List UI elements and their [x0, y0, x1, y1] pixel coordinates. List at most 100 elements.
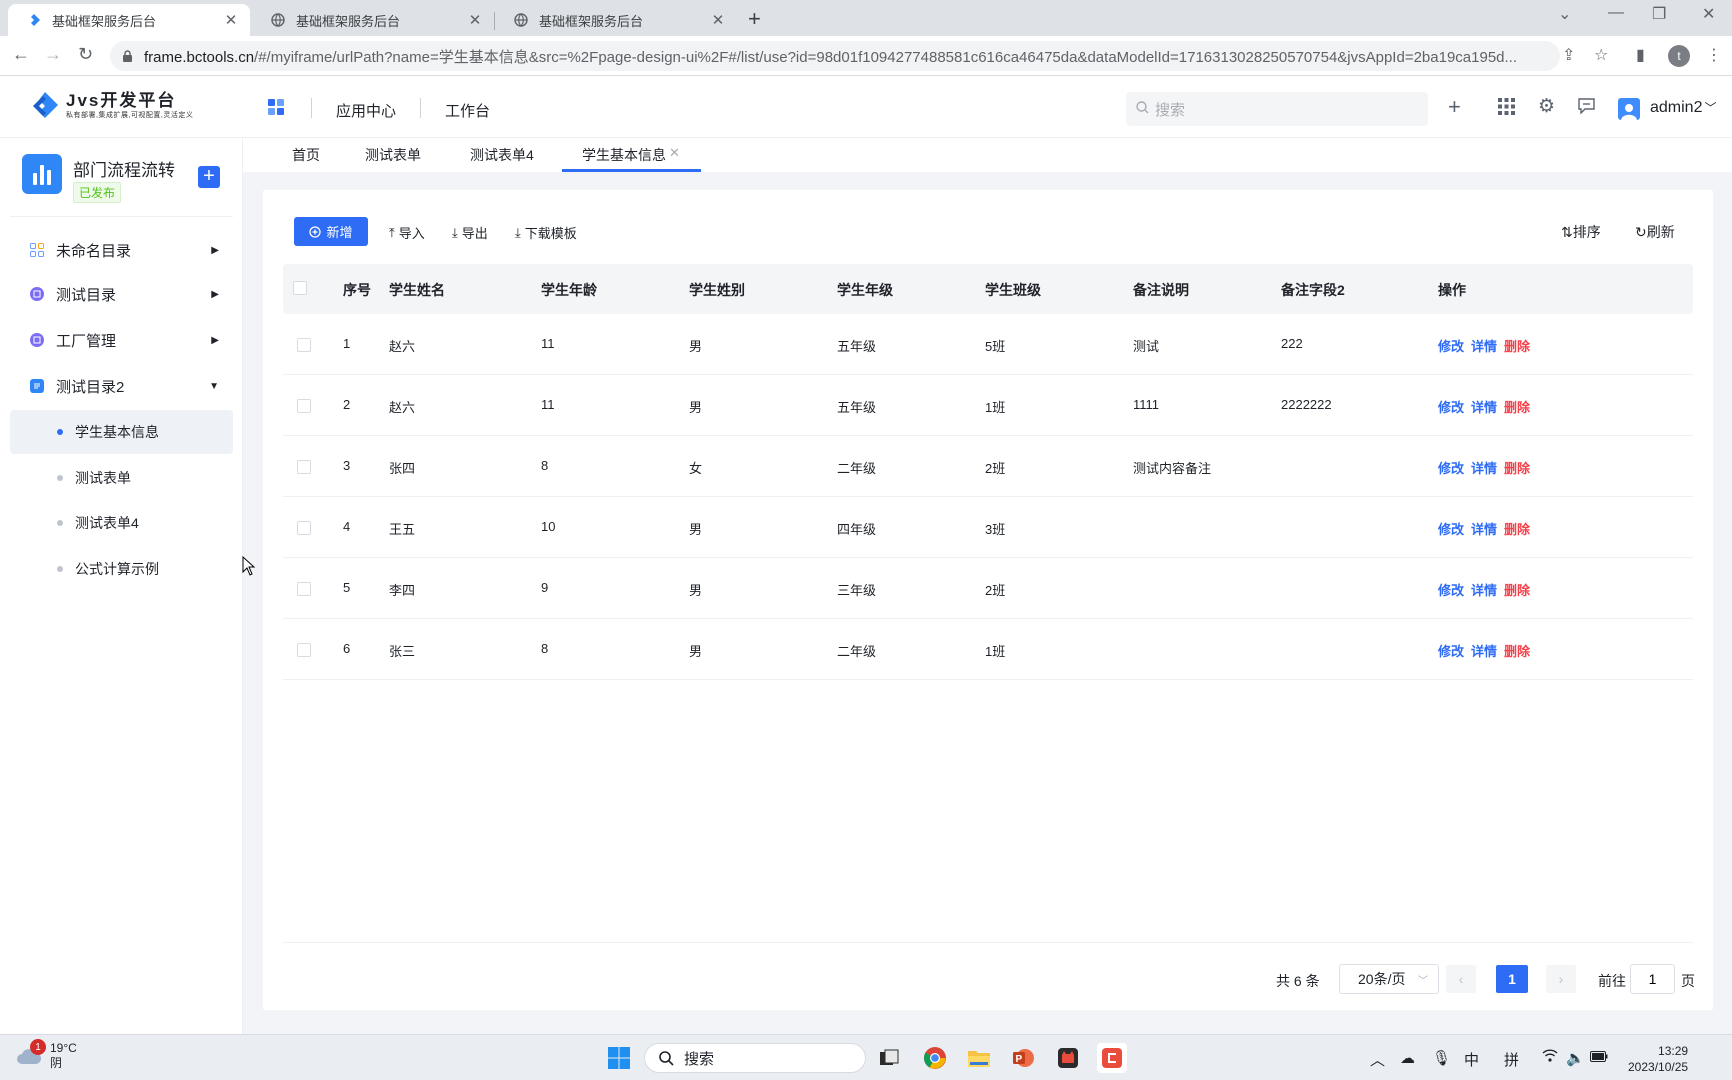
- detail-link[interactable]: 详情: [1471, 458, 1497, 477]
- select-all-checkbox[interactable]: [293, 281, 307, 295]
- task-view-icon[interactable]: [874, 1043, 904, 1073]
- delete-link[interactable]: 删除: [1504, 397, 1530, 416]
- refresh-button[interactable]: ↻刷新: [1635, 222, 1675, 242]
- weather-widget[interactable]: 1 19°C 阴: [16, 1039, 77, 1071]
- file-explorer-icon[interactable]: [964, 1043, 994, 1073]
- powerpoint-icon[interactable]: P: [1008, 1043, 1038, 1073]
- edit-link[interactable]: 修改: [1438, 336, 1464, 355]
- nav-app-center[interactable]: 应用中心: [336, 100, 396, 121]
- next-page-button[interactable]: ›: [1546, 965, 1576, 993]
- close-tab-icon[interactable]: ✕: [466, 11, 484, 29]
- close-tab-icon[interactable]: ✕: [709, 11, 727, 29]
- row-checkbox[interactable]: [297, 399, 311, 413]
- bookmark-star-icon[interactable]: ☆: [1594, 45, 1608, 65]
- minimize-icon[interactable]: —: [1608, 4, 1624, 22]
- browser-tab-3[interactable]: 基础框架服务后台 ✕: [495, 4, 737, 36]
- prev-page-button[interactable]: ‹: [1446, 965, 1476, 993]
- row-checkbox[interactable]: [297, 338, 311, 352]
- edit-link[interactable]: 修改: [1438, 641, 1464, 660]
- app-cat-icon[interactable]: [1053, 1043, 1083, 1073]
- jvs-logo[interactable]: Jvs开发平台 私有部署,集成扩展,可视配置,灵活定义: [30, 90, 193, 122]
- import-button[interactable]: ⤒ 导入: [389, 223, 425, 242]
- message-icon[interactable]: [1578, 98, 1595, 117]
- delete-link[interactable]: 删除: [1504, 641, 1530, 660]
- current-page-button[interactable]: 1: [1496, 965, 1528, 993]
- chrome-icon[interactable]: [920, 1043, 950, 1073]
- tray-expand-icon[interactable]: ︿: [1370, 1049, 1385, 1070]
- delete-link[interactable]: 删除: [1504, 519, 1530, 538]
- back-arrow-icon[interactable]: ←: [12, 44, 30, 65]
- onedrive-icon[interactable]: ☁: [1400, 1049, 1415, 1067]
- side-panel-icon[interactable]: ▮: [1636, 45, 1645, 65]
- nav-workbench[interactable]: 工作台: [445, 100, 490, 121]
- edit-link[interactable]: 修改: [1438, 519, 1464, 538]
- app-switcher-icon[interactable]: [268, 99, 285, 119]
- browser-tab-2[interactable]: 基础框架服务后台 ✕: [252, 4, 494, 36]
- microphone-icon[interactable]: 🎙: [1432, 1049, 1451, 1067]
- download-template-button[interactable]: ⤓ 下载模板: [515, 223, 577, 242]
- row-checkbox[interactable]: [297, 521, 311, 535]
- delete-link[interactable]: 删除: [1504, 580, 1530, 599]
- sidebar-item-formula-example[interactable]: 公式计算示例: [10, 547, 233, 591]
- forward-arrow-icon[interactable]: →: [44, 44, 62, 65]
- delete-link[interactable]: 删除: [1504, 336, 1530, 355]
- delete-link[interactable]: 删除: [1504, 458, 1530, 477]
- header-search-input[interactable]: 搜索: [1126, 92, 1428, 126]
- detail-link[interactable]: 详情: [1471, 397, 1497, 416]
- sidebar-item-test-dir[interactable]: 测试目录 ▶: [10, 272, 233, 316]
- battery-icon[interactable]: [1590, 1049, 1608, 1066]
- browser-tab-1[interactable]: 基础框架服务后台 ✕: [8, 4, 250, 36]
- sort-button[interactable]: ⇅排序: [1561, 222, 1601, 242]
- settings-gear-icon[interactable]: ⚙: [1538, 95, 1555, 118]
- ime-mode[interactable]: 拼: [1504, 1049, 1519, 1070]
- row-checkbox[interactable]: [297, 582, 311, 596]
- tab-student-info[interactable]: 学生基本信息: [582, 145, 666, 165]
- system-clock[interactable]: 13:29 2023/10/25: [1628, 1043, 1688, 1075]
- taskbar-search[interactable]: 搜索: [644, 1043, 866, 1073]
- restore-icon[interactable]: ❐: [1652, 4, 1666, 24]
- tab-test-form[interactable]: 测试表单: [365, 145, 421, 165]
- sidebar-item-student-info[interactable]: 学生基本信息: [10, 410, 233, 454]
- sidebar-item-test-form4[interactable]: 测试表单4: [10, 501, 233, 545]
- app-active-icon[interactable]: [1097, 1043, 1127, 1073]
- row-checkbox[interactable]: [297, 643, 311, 657]
- share-icon[interactable]: ⇪: [1562, 45, 1575, 65]
- detail-link[interactable]: 详情: [1471, 336, 1497, 355]
- sidebar-item-test-form[interactable]: 测试表单: [10, 456, 233, 500]
- profile-avatar[interactable]: t: [1668, 45, 1690, 67]
- add-plus-icon[interactable]: +: [1448, 94, 1461, 120]
- cell-gender: 男: [689, 583, 703, 598]
- sidebar-item-factory[interactable]: 工厂管理 ▶: [10, 318, 233, 362]
- detail-link[interactable]: 详情: [1471, 519, 1497, 538]
- edit-link[interactable]: 修改: [1438, 458, 1464, 477]
- close-tab-icon[interactable]: ✕: [669, 145, 680, 161]
- more-menu-icon[interactable]: ⋮: [1706, 45, 1722, 65]
- detail-link[interactable]: 详情: [1471, 641, 1497, 660]
- detail-link[interactable]: 详情: [1471, 580, 1497, 599]
- username[interactable]: admin2 ﹀: [1650, 99, 1717, 117]
- sidebar-item-unnamed-dir[interactable]: 未命名目录 ▶: [10, 228, 233, 272]
- row-checkbox[interactable]: [297, 460, 311, 474]
- wifi-icon[interactable]: [1542, 1049, 1558, 1066]
- new-tab-plus-icon[interactable]: +: [748, 6, 761, 32]
- windows-start-icon[interactable]: [604, 1043, 634, 1073]
- edit-link[interactable]: 修改: [1438, 397, 1464, 416]
- reload-icon[interactable]: ↻: [78, 44, 93, 65]
- user-avatar[interactable]: [1618, 98, 1640, 120]
- edit-link[interactable]: 修改: [1438, 580, 1464, 599]
- sidebar-item-test-dir2[interactable]: 测试目录2 ▼: [10, 364, 233, 408]
- volume-icon[interactable]: 🔈: [1566, 1049, 1585, 1067]
- url-field[interactable]: frame.bctools.cn/#/myiframe/urlPath?name…: [110, 41, 1560, 71]
- goto-page-input[interactable]: [1630, 964, 1675, 994]
- close-window-icon[interactable]: ✕: [1702, 4, 1715, 24]
- tab-test-form4[interactable]: 测试表单4: [470, 145, 534, 165]
- tab-home[interactable]: 首页: [292, 145, 320, 165]
- add-button[interactable]: 新增: [294, 217, 368, 246]
- apps-grid-icon[interactable]: [1498, 98, 1515, 118]
- export-button[interactable]: ⤓ 导出: [452, 223, 488, 242]
- add-menu-button[interactable]: +: [198, 166, 220, 188]
- close-tab-icon[interactable]: ✕: [222, 11, 240, 29]
- ime-language[interactable]: 中: [1464, 1049, 1479, 1070]
- tab-search-chevron-icon[interactable]: ⌄: [1558, 4, 1571, 24]
- page-size-select[interactable]: 20条/页 ﹀: [1339, 964, 1439, 994]
